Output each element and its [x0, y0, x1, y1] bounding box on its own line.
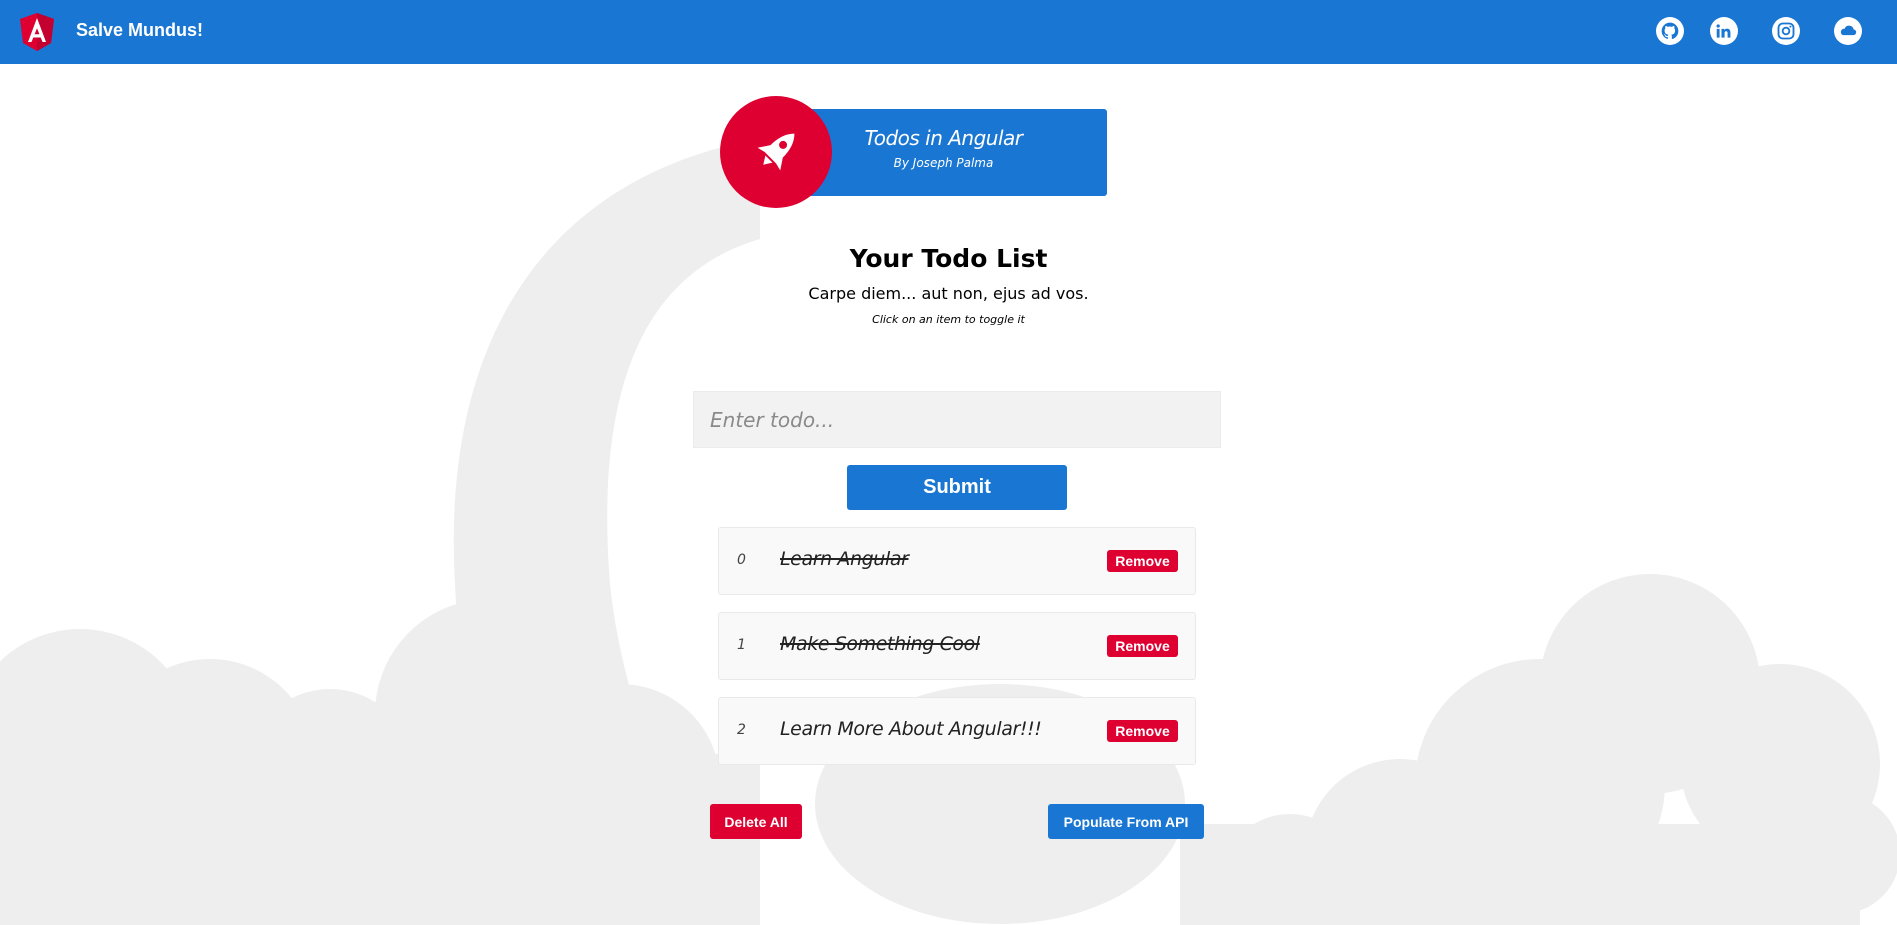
github-link[interactable] — [1656, 17, 1684, 45]
angular-logo-icon — [20, 13, 54, 51]
todo-index: 2 — [737, 722, 746, 738]
instagram-link[interactable] — [1772, 17, 1800, 45]
todo-text: Learn Angular — [780, 548, 909, 570]
submit-button[interactable]: Submit — [847, 465, 1067, 510]
linkedin-icon — [1716, 24, 1731, 38]
app-title: Salve Mundus! — [76, 20, 204, 40]
soundcloud-icon — [1840, 25, 1857, 36]
todo-item[interactable]: 1 Make Something Cool Remove — [718, 612, 1196, 680]
github-icon — [1661, 22, 1679, 40]
delete-all-button[interactable]: Delete All — [710, 804, 802, 839]
populate-from-api-button[interactable]: Populate From API — [1048, 804, 1204, 839]
remove-button[interactable]: Remove — [1107, 720, 1178, 742]
todo-index: 0 — [737, 552, 746, 568]
soundcloud-link[interactable] — [1834, 17, 1862, 45]
rocket-icon — [757, 133, 795, 171]
todo-item[interactable]: 0 Learn Angular Remove — [718, 527, 1196, 595]
todo-text: Make Something Cool — [780, 633, 980, 655]
instagram-icon — [1777, 22, 1795, 40]
linkedin-link[interactable] — [1710, 17, 1738, 45]
toggle-hint: Click on an item to toggle it — [872, 313, 1025, 326]
top-toolbar: Salve Mundus! — [0, 0, 1897, 64]
remove-button[interactable]: Remove — [1107, 635, 1178, 657]
remove-button[interactable]: Remove — [1107, 550, 1178, 572]
todo-item[interactable]: 2 Learn More About Angular!!! Remove — [718, 697, 1196, 765]
todo-index: 1 — [737, 637, 746, 653]
rocket-badge — [720, 96, 832, 208]
todo-input[interactable] — [693, 391, 1221, 448]
page-title: Your Todo List — [849, 244, 1048, 273]
todo-text: Learn More About Angular!!! — [780, 718, 1042, 740]
tagline: Carpe diem... aut non, ejus ad vos. — [808, 284, 1089, 303]
